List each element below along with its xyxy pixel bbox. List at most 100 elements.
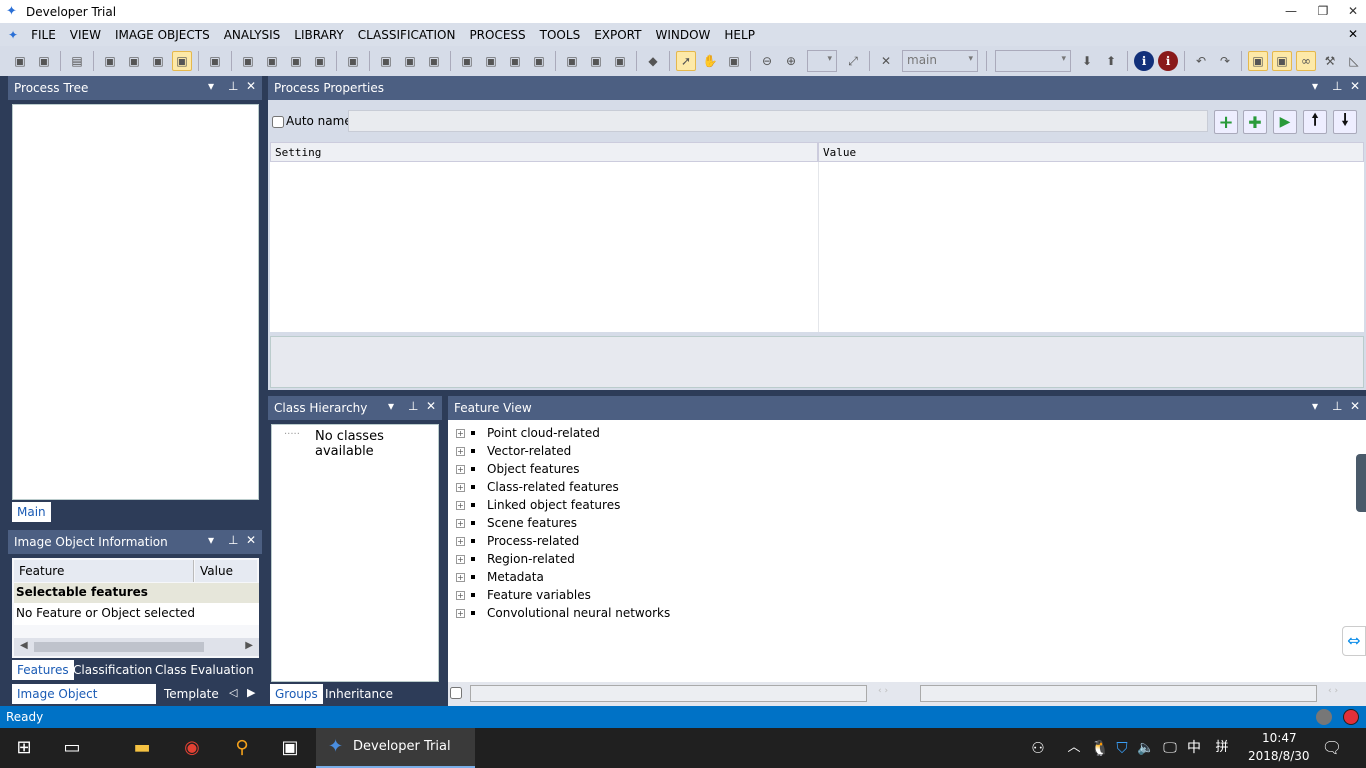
zoom-in-icon[interactable]: ⊕ [781,51,801,71]
column-value[interactable]: Value [818,142,1364,162]
workflow-3-icon[interactable]: ▣ [148,51,168,71]
windows-start-icon[interactable]: ⊞ [12,736,36,760]
dropdown-icon[interactable]: ▾ [1312,399,1318,413]
rule-set-icon[interactable]: ▣ [1272,51,1292,71]
qq-icon[interactable]: 🐧 [1088,736,1112,760]
media-app-icon[interactable]: ▣ [278,736,302,760]
feature-tree-item[interactable]: + Process-related [456,534,579,548]
zoom-combo[interactable] [807,50,837,72]
close-icon[interactable]: ✕ [426,399,436,413]
close-icon[interactable]: ✕ [1350,399,1360,413]
feature-tree-item[interactable]: + Region-related [456,552,575,566]
single-view-icon[interactable]: ▣ [457,51,477,71]
link-views-icon[interactable]: ▣ [562,51,582,71]
menu-library[interactable]: LIBRARY [287,28,350,42]
pin-icon[interactable]: ⊥ [1332,79,1342,93]
auto-name-checkbox[interactable] [272,116,284,128]
security-shield-icon[interactable]: ⛉ [1110,736,1134,760]
append-process-button[interactable]: + [1214,110,1238,134]
text-icon[interactable]: ▣ [400,51,420,71]
ime-pinyin[interactable]: 拼 [1210,736,1234,760]
menu-export[interactable]: EXPORT [587,28,648,42]
map-combo[interactable]: main [902,50,978,72]
menu-file[interactable]: FILE [24,28,63,42]
menu-view[interactable]: VIEW [63,28,108,42]
clock-date[interactable]: 2018/8/30 [1248,749,1310,763]
tab-main[interactable]: Main [12,502,51,522]
menu-help[interactable]: HELP [717,28,762,42]
split-plus-icon[interactable]: ▣ [529,51,549,71]
move-up-button[interactable]: 🠕 [1303,110,1327,134]
feature-tree-item[interactable]: + Feature variables [456,588,591,602]
expand-icon[interactable]: + [456,590,465,600]
pan-hand-icon[interactable]: ✋ [700,51,720,71]
show-hidden-icons-icon[interactable]: ︿ [1062,736,1086,760]
layer-view-2-icon[interactable]: ▣ [262,51,282,71]
close-icon[interactable]: ✕ [246,533,256,547]
delete-level-icon[interactable]: ✕ [876,51,896,71]
menu-close-button[interactable]: ✕ [1348,27,1358,41]
restore-button[interactable]: ❐ [1308,0,1338,22]
menu-analysis[interactable]: ANALYSIS [217,28,288,42]
minimize-button[interactable]: — [1276,0,1306,22]
file-explorer-icon[interactable]: ▬ [130,736,154,760]
tab-class-evaluation[interactable]: Class Evaluation [150,660,259,680]
column-value[interactable]: Value [195,560,257,582]
volume-icon[interactable]: 🔈 [1134,736,1158,760]
layer-view-3-icon[interactable]: ▣ [286,51,306,71]
cursor-light-icon[interactable]: ▣ [586,51,606,71]
expand-icon[interactable]: + [456,464,465,474]
dropdown-icon[interactable]: ▾ [1312,79,1318,93]
triangle-ruler-icon[interactable]: ◺ [1344,51,1364,71]
ime-chinese[interactable]: 中 [1182,736,1206,760]
menu-classification[interactable]: CLASSIFICATION [351,28,463,42]
horizontal-scrollbar[interactable]: ◀ ▶ [14,638,259,656]
expand-icon[interactable]: + [456,536,465,546]
user-zoom-icon[interactable]: ▣ [724,51,744,71]
task-view-icon[interactable]: ▭ [60,736,84,760]
tab-template-editor[interactable]: Template Ed [159,684,229,704]
tab-scroll-right-icon[interactable]: ▶ [247,686,255,699]
glasses-icon[interactable]: ∞ [1296,51,1316,71]
feature-tree-item[interactable]: + Linked object features [456,498,620,512]
info-red-icon[interactable]: ℹ [1158,51,1178,71]
pointer-icon[interactable]: ➚ [676,51,696,71]
feature-tree-item[interactable]: + Metadata [456,570,544,584]
tab-groups[interactable]: Groups [270,684,323,704]
taskbar-app-developer-trial[interactable]: ✦ Developer Trial [316,728,475,768]
expand-icon[interactable]: + [456,500,465,510]
arrow-up-icon[interactable]: ⬆ [1101,51,1121,71]
side-handle[interactable] [1356,454,1366,512]
close-icon[interactable]: ✕ [1350,79,1360,93]
outline-2-icon[interactable]: ▣ [424,51,444,71]
feature-tree-item[interactable]: + Point cloud-related [456,426,600,440]
menu-tools[interactable]: TOOLS [533,28,588,42]
expand-icon[interactable]: + [456,572,465,582]
process-name-input[interactable] [348,110,1208,132]
feature-tree-item[interactable]: + Vector-related [456,444,571,458]
tab-features[interactable]: Features [12,660,74,680]
process-tree[interactable] [12,104,259,500]
dropdown-icon[interactable]: ▾ [208,533,214,547]
workflow-4-icon[interactable]: ▣ [172,51,192,71]
tab-inheritance[interactable]: Inheritance [320,684,398,704]
undo-icon[interactable]: ↶ [1191,51,1211,71]
move-down-button[interactable]: 🠗 [1333,110,1357,134]
insert-child-button[interactable]: ✚ [1243,110,1267,134]
menu-process[interactable]: PROCESS [462,28,532,42]
feature-tree-item[interactable]: + Class-related features [456,480,619,494]
view-settings-icon[interactable]: ▣ [205,51,225,71]
column-setting[interactable]: Setting [270,142,818,162]
zoom-out-icon[interactable]: ⊖ [757,51,777,71]
feature-tree-item[interactable]: + Scene features [456,516,577,530]
people-icon[interactable]: ⚇ [1026,736,1050,760]
menu-image-objects[interactable]: IMAGE OBJECTS [108,28,217,42]
feature-input-2[interactable] [920,685,1317,702]
menu-window[interactable]: WINDOW [648,28,717,42]
layer-view-4-icon[interactable]: ▣ [310,51,330,71]
search-app-icon[interactable]: ⚲ [230,736,254,760]
tab-classification[interactable]: Classification [68,660,157,680]
clock-time[interactable]: 10:47 [1262,731,1297,745]
swap-icon[interactable]: ▣ [343,51,363,71]
close-button[interactable]: ✕ [1338,0,1366,22]
